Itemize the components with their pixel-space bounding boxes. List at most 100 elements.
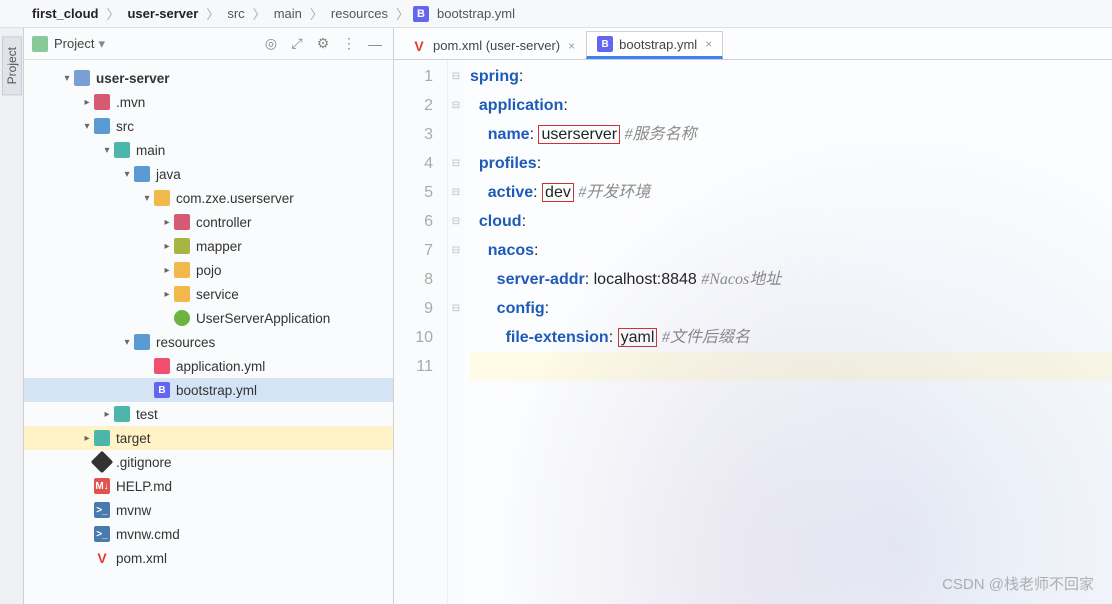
fold-marker[interactable]: ⊟ [448, 207, 464, 236]
tab-label: pom.xml (user-server) [433, 38, 560, 53]
editor-tab[interactable]: Bbootstrap.yml× [586, 31, 723, 59]
code-line[interactable]: name: userserver #服务名称 [470, 120, 1112, 149]
code-line[interactable]: profiles: [470, 149, 1112, 178]
crumb-module[interactable]: user-server [123, 6, 202, 21]
editor-tab[interactable]: Vpom.xml (user-server)× [400, 31, 586, 59]
tree-item[interactable]: ▸controller [24, 210, 393, 234]
fold-marker[interactable]: ⊟ [448, 236, 464, 265]
tree-item[interactable]: Vpom.xml [24, 546, 393, 570]
chevron-icon[interactable]: ▾ [60, 73, 74, 84]
file-v-icon: V [94, 550, 110, 566]
code-line[interactable]: file-extension: yaml #文件后缀名 [470, 323, 1112, 352]
panel-title[interactable]: Project [54, 36, 94, 51]
tree-item[interactable]: ▾ src [24, 114, 393, 138]
fold-marker[interactable] [448, 265, 464, 294]
fold-column[interactable]: ⊟⊟⊟⊟⊟⊟⊟ [448, 60, 464, 604]
close-icon[interactable]: × [705, 37, 712, 51]
crumb-root[interactable]: first_cloud [28, 6, 102, 21]
tree-item[interactable]: ▾main [24, 138, 393, 162]
tree-item[interactable]: ▾com.zxe.userserver [24, 186, 393, 210]
chevron-icon[interactable]: ▾ [80, 121, 94, 132]
fold-marker[interactable] [448, 323, 464, 352]
gear-icon[interactable]: ⚙ [313, 34, 333, 54]
panel-dropdown-icon[interactable]: ▾ [98, 36, 105, 52]
chevron-icon[interactable]: ▸ [80, 97, 94, 108]
tree-item[interactable]: ▸ .mvn [24, 90, 393, 114]
mod-icon [74, 70, 90, 86]
fold-marker[interactable]: ⊟ [448, 62, 464, 91]
target-icon[interactable]: ◎ [261, 34, 281, 54]
tree-item-label: user-server [96, 71, 170, 86]
chevron-icon[interactable]: ▸ [160, 265, 174, 276]
crumb-resources[interactable]: resources [327, 6, 392, 21]
tree-item-label: resources [156, 335, 215, 350]
project-panel: Project ▾ ◎ ⤢ ⚙ ⋮ — ▾user-server▸.mvn▾sr… [24, 28, 394, 604]
editor-area: Vpom.xml (user-server)×Bbootstrap.yml× 1… [394, 28, 1112, 604]
chevron-icon[interactable]: ▸ [160, 217, 174, 228]
tree-item-label: .mvn [116, 95, 145, 110]
line-number: 6 [394, 207, 433, 236]
project-panel-header: Project ▾ ◎ ⤢ ⚙ ⋮ — [24, 28, 393, 60]
tree-item[interactable]: UserServerApplication [24, 306, 393, 330]
fold-yellow-icon [154, 190, 170, 206]
tree-item[interactable]: ▸target [24, 426, 393, 450]
code-line[interactable]: server-addr: localhost:8848 #Nacos地址 [470, 265, 1112, 294]
project-icon [32, 36, 48, 52]
expand-icon[interactable]: ⤢ [287, 34, 307, 54]
project-tool-tab[interactable]: Project [2, 36, 22, 95]
tree-item[interactable]: ▾java [24, 162, 393, 186]
tree-item[interactable]: ▸ service [24, 282, 393, 306]
code-line[interactable] [470, 352, 1112, 381]
chevron-icon[interactable]: ▸ [100, 409, 114, 420]
tree-item[interactable]: ▸ test [24, 402, 393, 426]
fold-marker[interactable]: ⊟ [448, 91, 464, 120]
code-content[interactable]: spring: application: name: userserver #服… [464, 60, 1112, 604]
fold-yellow-icon [174, 286, 190, 302]
tree-item[interactable]: M↓HELP.md [24, 474, 393, 498]
tree-item[interactable]: ▾ resources [24, 330, 393, 354]
chevron-icon[interactable]: ▸ [160, 241, 174, 252]
project-tree[interactable]: ▾user-server▸.mvn▾src▾main▾java▾com.zxe.… [24, 60, 393, 604]
code-editor[interactable]: 1234567891011 ⊟⊟⊟⊟⊟⊟⊟ spring: applicatio… [394, 60, 1112, 604]
chevron-icon[interactable]: ▾ [140, 193, 154, 204]
more-icon[interactable]: ⋮ [339, 34, 359, 54]
code-line[interactable]: spring: [470, 62, 1112, 91]
fold-marker[interactable] [448, 352, 464, 381]
code-line[interactable]: active: dev #开发环境 [470, 178, 1112, 207]
sidebar-tool-window-bar: Project [0, 28, 24, 604]
chevron-icon[interactable]: ▾ [120, 337, 134, 348]
tree-item[interactable]: ▾ user-server [24, 66, 393, 90]
tree-item-label: pojo [196, 263, 222, 278]
tree-item[interactable]: Bbootstrap.yml [24, 378, 393, 402]
crumb-src[interactable]: src [223, 6, 248, 21]
tree-item-label: service [196, 287, 239, 302]
chevron-icon[interactable]: ▸ [160, 289, 174, 300]
tree-item[interactable]: application.yml [24, 354, 393, 378]
chevron-icon[interactable]: ▸ [80, 433, 94, 444]
code-line[interactable]: config: [470, 294, 1112, 323]
fold-marker[interactable]: ⊟ [448, 294, 464, 323]
tree-item[interactable]: .gitignore [24, 450, 393, 474]
crumb-file[interactable]: bootstrap.yml [433, 6, 519, 21]
tree-item[interactable]: >_mvnw.cmd [24, 522, 393, 546]
fold-teal-icon [94, 430, 110, 446]
line-number: 10 [394, 323, 433, 352]
minimize-icon[interactable]: — [365, 34, 385, 54]
tree-item-label: src [116, 119, 134, 134]
close-icon[interactable]: × [568, 39, 575, 53]
code-line[interactable]: nacos: [470, 236, 1112, 265]
fold-marker[interactable]: ⊟ [448, 149, 464, 178]
code-line[interactable]: application: [470, 91, 1112, 120]
file-git-icon [91, 451, 114, 474]
tree-item-label: test [136, 407, 158, 422]
chevron-icon[interactable]: ▾ [100, 145, 114, 156]
code-line[interactable]: cloud: [470, 207, 1112, 236]
tree-item[interactable]: >_mvnw [24, 498, 393, 522]
fold-marker[interactable]: ⊟ [448, 178, 464, 207]
fold-marker[interactable] [448, 120, 464, 149]
crumb-main[interactable]: main [270, 6, 306, 21]
chevron-icon[interactable]: ▾ [120, 169, 134, 180]
fold-blue-icon [94, 118, 110, 134]
tree-item[interactable]: ▸mapper [24, 234, 393, 258]
tree-item[interactable]: ▸ pojo [24, 258, 393, 282]
